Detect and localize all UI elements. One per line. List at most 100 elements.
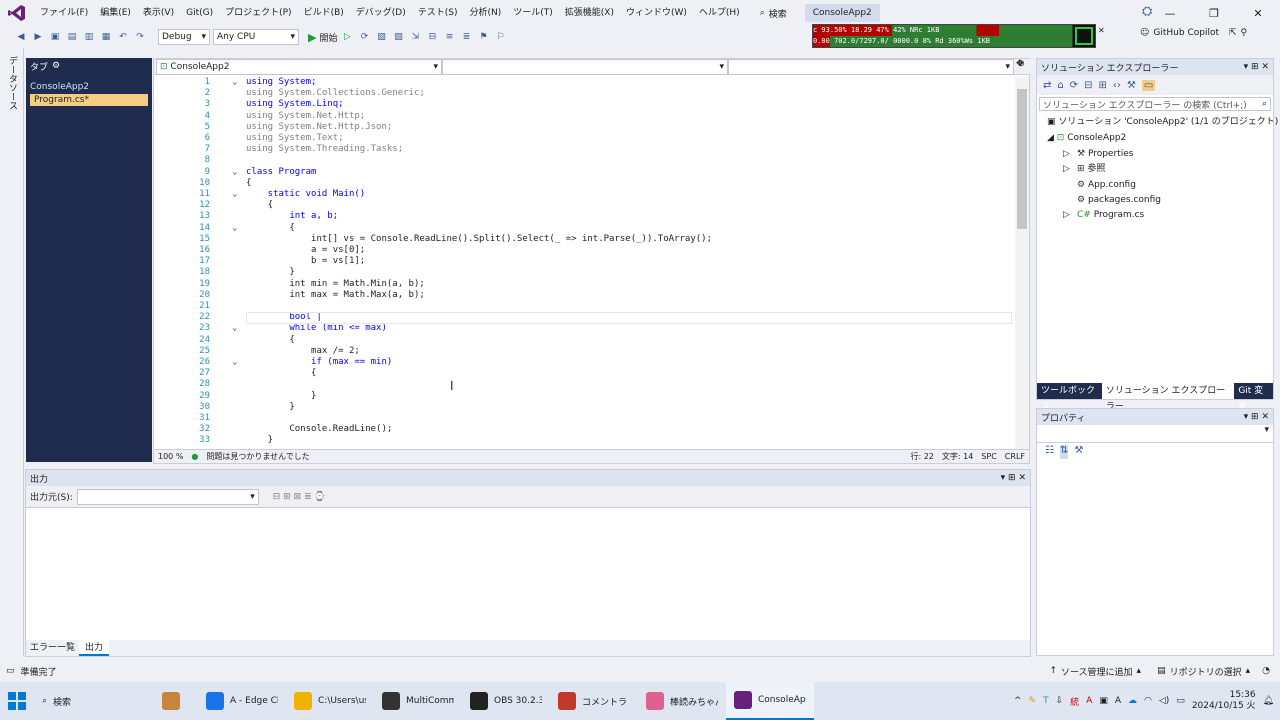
pin-icon[interactable]: ✥ [1016,59,1024,69]
new-item-icon[interactable]: ▣ [48,30,62,44]
undo-icon[interactable]: ↶ [116,30,130,44]
start-without-debug-icon[interactable]: ▷ [340,30,354,44]
wrench-icon[interactable]: ⚒ [1127,80,1136,91]
code-editor[interactable]: ⊡ ConsoleApp2 ▾ ▾ ▾ ⊕ 1 using System; 2 usin… [153,58,1031,464]
taskbar-app[interactable]: A - Edge Ch [198,682,286,720]
tab-git-changes[interactable]: Git 変更 [1234,383,1273,412]
taskbar-app[interactable]: OBS 30.2.3 - [462,682,550,720]
tab-program-cs[interactable]: Program.cs* [30,94,148,106]
collapse-icon[interactable]: ⊟ [1084,80,1092,91]
maximize-button[interactable]: ❐ [1192,0,1236,26]
tree-project[interactable]: ◢ ⊡ ConsoleApp2 [1047,131,1126,146]
browse-icon[interactable]: ▧ [374,30,388,44]
menu-item-11[interactable]: ウィンドウ(W) [620,0,693,26]
uncomment-icon[interactable]: ≣ [459,30,473,44]
menu-item-3[interactable]: Git(G) [180,0,219,26]
tab-output[interactable]: 出力 [79,640,110,656]
tree-solution[interactable]: ▣ ソリューション 'ConsoleApp2' (1/1 のプロジェクト) [1047,115,1278,130]
save-icon[interactable]: ▥ [82,30,96,44]
bookmark-next-icon[interactable]: ⚐ [493,30,507,44]
tray-download-icon[interactable]: ⇩ [1056,696,1064,706]
fold-chevron-icon[interactable]: ⌄ [232,357,237,368]
issues-status[interactable]: 問題は見つかりませんでした [206,451,309,462]
share-icon[interactable]: ⇱ [1229,28,1237,38]
member-nav-dropdown[interactable]: ▾ [728,59,1014,75]
tabs-panel-project[interactable]: ConsoleApp2 [26,74,152,92]
minimize-button[interactable]: — [1148,0,1192,26]
fold-chevron-icon[interactable]: ⌄ [232,223,237,234]
data-sources-tab[interactable]: データソース [0,48,24,656]
menu-item-6[interactable]: デバッグ(D) [350,0,412,26]
expand-arrow-icon[interactable]: ▷ [1063,162,1077,177]
notification-icon[interactable]: ◔ [1262,666,1270,676]
tray-app-icon[interactable]: 統 [1070,695,1079,708]
menu-item-12[interactable]: ヘルプ(H) [693,0,746,26]
menu-item-8[interactable]: 分析(N) [463,0,507,26]
back-icon[interactable]: ◀ [14,30,28,44]
zoom-level[interactable]: 100 % [158,452,183,461]
add-source-control[interactable]: ソース管理に追加 [1061,665,1133,678]
notification-bell-icon[interactable]: 🔔︎ [1263,696,1274,706]
fold-chevron-icon[interactable]: ⌄ [232,77,237,88]
solution-search-input[interactable]: ソリューション エクスプローラー の検索 (Ctrl+;) ⌕ [1039,97,1271,111]
close-perf-icon[interactable]: ✕ [1098,26,1105,35]
tab-toolbox[interactable]: ツールボックス [1037,383,1102,412]
tray-acrobat-icon[interactable]: A [1086,696,1092,706]
type-nav-dropdown[interactable]: ▾ [442,59,728,75]
code-area[interactable]: 1 using System; 2 using System.Collections.… [154,77,1014,449]
comment-icon[interactable]: ≡ [442,30,456,44]
tree-item[interactable]: ⚙ App.config [1063,178,1136,193]
hot-reload-icon[interactable]: ⟳ [357,30,371,44]
panel-window-controls[interactable]: ▾ ⊞ ✕ [1244,412,1269,422]
tray-app-icon[interactable]: ▣ [1099,696,1108,706]
copilot-button[interactable]: ☺ GitHub Copilot ⇱ ⚲ [1140,28,1247,38]
widget-button[interactable] [154,682,198,720]
taskbar-app[interactable]: MultiComm [374,682,462,720]
platform-dropdown[interactable]: Any CPU ▾ [213,29,299,45]
menu-item-0[interactable]: ファイル(F) [34,0,94,26]
scrollbar-thumb[interactable] [1017,89,1027,229]
taskbar-app[interactable]: 棒読みちゃん [638,682,726,720]
tree-item[interactable]: ⚙ packages.config [1063,193,1161,208]
menu-item-4[interactable]: プロジェクト(P) [219,0,297,26]
vertical-scrollbar[interactable] [1015,77,1029,449]
start-button[interactable] [0,682,34,720]
bookmark-icon[interactable]: ⚑ [476,30,490,44]
menu-item-1[interactable]: 編集(E) [94,0,137,26]
output-toolbar-icons[interactable]: ⊟ ⊞ ⊠ ≣ ⌚ [273,492,326,502]
panel-window-controls[interactable]: ▾ ⊞ ✕ [1244,62,1269,72]
search-box[interactable]: ⌕ 検索 [752,7,795,20]
close-window-button[interactable]: ✕ [1236,0,1280,26]
output-source-dropdown[interactable]: ▾ [76,488,259,505]
alphabetical-icon[interactable]: ⇅ [1059,445,1069,459]
tree-item[interactable]: ▷ C# Program.cs [1063,208,1144,223]
redo-icon[interactable]: ↷ [133,30,147,44]
menu-item-2[interactable]: 表示(V) [137,0,180,26]
gear-icon[interactable]: ⚙ [52,61,60,71]
wifi-icon[interactable]: ◠ [1144,696,1152,706]
battery-icon[interactable]: ▭ [1176,696,1185,706]
save-all-icon[interactable]: ▦ [99,30,113,44]
code-view-icon[interactable]: ‹› [1113,80,1121,91]
expand-arrow-icon[interactable]: ▷ [1063,208,1077,223]
menu-item-10[interactable]: 拡張機能(X) [559,0,620,26]
categorized-icon[interactable]: ☷ [1045,445,1054,459]
properties-object-dropdown[interactable]: ▾ [1037,425,1273,443]
tab-solution-explorer[interactable]: ソリューション エクスプローラー [1101,383,1235,412]
cloud-icon[interactable]: ☁ [1128,696,1137,706]
visual-studio-logo-icon[interactable] [0,0,34,26]
menu-item-5[interactable]: ビルド(B) [298,0,350,26]
tree-item[interactable]: ▷ ⊞ 参照 [1063,162,1105,177]
preview-icon[interactable]: ▭ [1141,79,1156,91]
taskbar-app[interactable]: ConsoleApp [726,682,814,720]
layout-icon[interactable]: ▨ [391,30,405,44]
forward-icon[interactable]: ▶ [31,30,45,44]
tray-text-icon[interactable]: T [1043,696,1049,706]
tree-item[interactable]: ▷ ⚒ Properties [1063,147,1133,162]
show-all-icon[interactable]: ⊞ [1099,80,1107,91]
start-button[interactable]: ▶ 開始 [308,31,337,44]
home-icon[interactable]: ⌂ [1057,80,1063,91]
fold-chevron-icon[interactable]: ⌄ [232,189,237,200]
chevron-up-icon[interactable]: ^ [1014,696,1022,706]
project-nav-dropdown[interactable]: ⊡ ConsoleApp2 ▾ [156,59,442,75]
